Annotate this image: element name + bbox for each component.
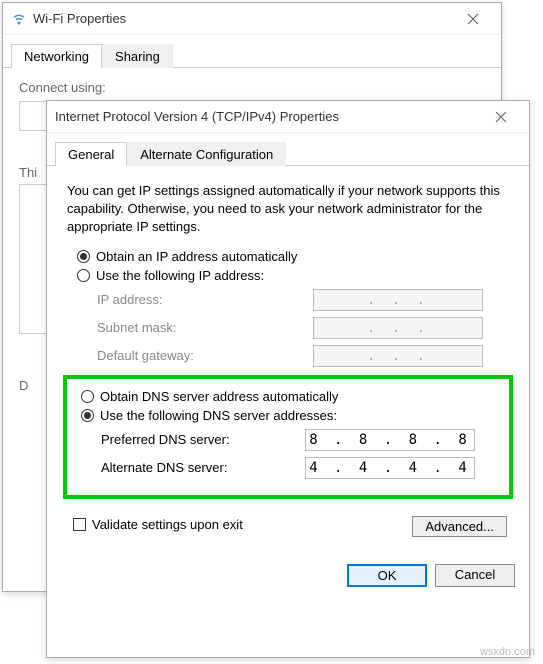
tab-alternate-config[interactable]: Alternate Configuration	[127, 142, 286, 166]
tab-networking[interactable]: Networking	[11, 44, 102, 68]
preferred-dns-input[interactable]: 8 . 8 . 8 . 8	[305, 429, 475, 451]
ipv4-tabs: General Alternate Configuration	[47, 133, 529, 166]
wifi-titlebar: Wi-Fi Properties	[3, 3, 501, 35]
preferred-dns-label: Preferred DNS server:	[101, 432, 305, 447]
subnet-mask-row: Subnet mask: . . .	[97, 317, 483, 339]
dns-highlight-box: Obtain DNS server address automatically …	[63, 375, 513, 499]
close-icon	[467, 13, 479, 25]
radio-obtain-ip-auto[interactable]: Obtain an IP address automatically	[77, 249, 503, 264]
tab-sharing[interactable]: Sharing	[102, 44, 173, 68]
ip-address-label: IP address:	[97, 292, 313, 307]
checkbox-icon	[73, 518, 86, 531]
alternate-dns-label: Alternate DNS server:	[101, 460, 305, 475]
ip-address-group: Obtain an IP address automatically Use t…	[67, 249, 513, 367]
default-gateway-input: . . .	[313, 345, 483, 367]
ipv4-properties-window: Internet Protocol Version 4 (TCP/IPv4) P…	[46, 100, 530, 658]
preferred-dns-row: Preferred DNS server: 8 . 8 . 8 . 8	[101, 429, 475, 451]
validate-settings-checkbox[interactable]: Validate settings upon exit	[73, 517, 402, 532]
radio-use-ip-manual[interactable]: Use the following IP address:	[77, 268, 503, 283]
radio-label: Use the following DNS server addresses:	[100, 408, 337, 423]
ipv4-content: You can get IP settings assigned automat…	[47, 166, 529, 554]
validate-label: Validate settings upon exit	[92, 517, 243, 532]
alternate-dns-input[interactable]: 4 . 4 . 4 . 4	[305, 457, 475, 479]
wifi-icon	[11, 11, 27, 27]
advanced-button[interactable]: Advanced...	[412, 516, 507, 537]
wifi-tabs: Networking Sharing	[3, 35, 501, 68]
subnet-mask-input: . . .	[313, 317, 483, 339]
radio-obtain-dns-auto[interactable]: Obtain DNS server address automatically	[81, 389, 495, 404]
ipv4-title: Internet Protocol Version 4 (TCP/IPv4) P…	[55, 109, 481, 124]
radio-icon	[81, 390, 94, 403]
ipv4-titlebar: Internet Protocol Version 4 (TCP/IPv4) P…	[47, 101, 529, 133]
radio-label: Use the following IP address:	[96, 268, 264, 283]
close-icon	[495, 111, 507, 123]
watermark: wsxdn.com	[480, 646, 535, 658]
ipv4-description: You can get IP settings assigned automat…	[67, 182, 509, 237]
cancel-button[interactable]: Cancel	[435, 564, 515, 587]
connect-using-label: Connect using:	[19, 80, 485, 95]
radio-icon	[81, 409, 94, 422]
ip-address-input: . . .	[313, 289, 483, 311]
subnet-mask-label: Subnet mask:	[97, 320, 313, 335]
ip-address-row: IP address: . . .	[97, 289, 483, 311]
radio-icon	[77, 269, 90, 282]
radio-icon	[77, 250, 90, 263]
default-gateway-label: Default gateway:	[97, 348, 313, 363]
tab-general[interactable]: General	[55, 142, 127, 166]
radio-label: Obtain DNS server address automatically	[100, 389, 338, 404]
radio-label: Obtain an IP address automatically	[96, 249, 297, 264]
wifi-close-button[interactable]	[453, 3, 493, 34]
default-gateway-row: Default gateway: . . .	[97, 345, 483, 367]
ipv4-button-row: OK Cancel	[47, 554, 529, 597]
radio-use-dns-manual[interactable]: Use the following DNS server addresses:	[81, 408, 495, 423]
ok-button[interactable]: OK	[347, 564, 427, 587]
wifi-title: Wi-Fi Properties	[33, 11, 453, 26]
alternate-dns-row: Alternate DNS server: 4 . 4 . 4 . 4	[101, 457, 475, 479]
ipv4-close-button[interactable]	[481, 101, 521, 132]
